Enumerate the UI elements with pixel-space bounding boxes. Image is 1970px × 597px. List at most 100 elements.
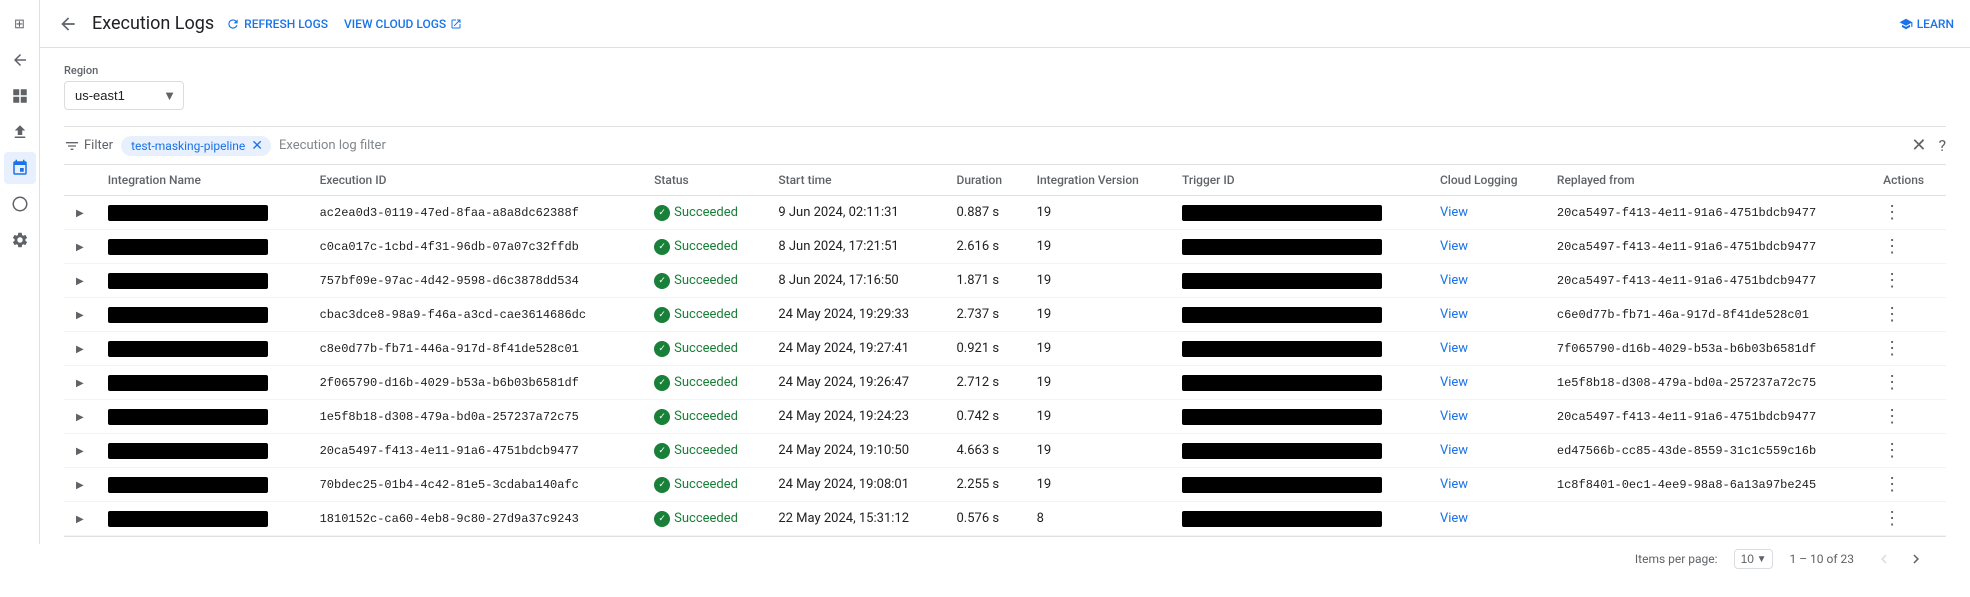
sidebar-apps-icon[interactable]: ⊞ (4, 8, 36, 40)
row-actions-button[interactable]: ⋮ (1883, 304, 1901, 325)
row-integration-name (96, 196, 308, 230)
per-page-select[interactable]: 5 10 25 50 (1741, 552, 1755, 566)
row-view-link[interactable]: View (1440, 375, 1468, 390)
row-view-link[interactable]: View (1440, 273, 1468, 288)
row-integration-version: 19 (1025, 196, 1170, 230)
row-view-link[interactable]: View (1440, 511, 1468, 526)
row-actions: ⋮ (1871, 400, 1946, 434)
row-trigger-id (1170, 298, 1428, 332)
row-actions-button[interactable]: ⋮ (1883, 236, 1901, 257)
row-status: ✓Succeeded (642, 434, 766, 468)
row-integration-version: 19 (1025, 366, 1170, 400)
row-trigger-id (1170, 434, 1428, 468)
row-actions: ⋮ (1871, 230, 1946, 264)
col-trigger-id: Trigger ID (1170, 165, 1428, 196)
sidebar-back-icon[interactable] (4, 44, 36, 76)
row-view-link[interactable]: View (1440, 307, 1468, 322)
row-view-link[interactable]: View (1440, 341, 1468, 356)
row-start-time: 22 May 2024, 15:31:12 (766, 502, 944, 536)
row-expand-button[interactable]: ▶ (76, 208, 84, 219)
filter-input-placeholder[interactable]: Execution log filter (279, 138, 386, 153)
row-execution-id: 20ca5497-f413-4e11-91a6-4751bdcb9477 (308, 434, 643, 468)
row-actions-button[interactable]: ⋮ (1883, 406, 1901, 427)
top-bar-left: Execution Logs REFRESH LOGS VIEW CLOUD L… (56, 12, 462, 36)
row-view-link[interactable]: View (1440, 239, 1468, 254)
row-view-link[interactable]: View (1440, 205, 1468, 220)
filter-chip-close-button[interactable]: ✕ (251, 138, 263, 154)
row-expand-button[interactable]: ▶ (76, 514, 84, 525)
filter-button[interactable]: Filter (64, 138, 113, 154)
row-trigger-id (1170, 366, 1428, 400)
row-view-link[interactable]: View (1440, 409, 1468, 424)
row-status: ✓Succeeded (642, 332, 766, 366)
refresh-logs-button[interactable]: REFRESH LOGS (226, 17, 328, 31)
row-replayed-from: 7f065790-d16b-4029-b53a-b6b03b6581df (1545, 332, 1871, 366)
col-replayed-from: Replayed from (1545, 165, 1871, 196)
row-expand-button[interactable]: ▶ (76, 446, 84, 457)
row-actions-button[interactable]: ⋮ (1883, 372, 1901, 393)
row-view-link[interactable]: View (1440, 477, 1468, 492)
sidebar-integration-icon[interactable] (4, 152, 36, 184)
per-page-wrapper: 5 10 25 50 ▼ (1734, 549, 1774, 569)
main-content: Execution Logs REFRESH LOGS VIEW CLOUD L… (40, 0, 1970, 597)
row-actions: ⋮ (1871, 196, 1946, 230)
row-expand-button[interactable]: ▶ (76, 242, 84, 253)
row-trigger-id (1170, 264, 1428, 298)
row-status: ✓Succeeded (642, 298, 766, 332)
filter-bar: Filter test-masking-pipeline ✕ Execution… (64, 126, 1946, 165)
row-cloud-logging: View (1428, 196, 1545, 230)
row-expand-button[interactable]: ▶ (76, 310, 84, 321)
col-expand (64, 165, 96, 196)
page-nav (1870, 545, 1930, 573)
sidebar-circle-icon[interactable] (4, 188, 36, 220)
row-actions: ⋮ (1871, 298, 1946, 332)
learn-button[interactable]: LEARN (1899, 17, 1954, 31)
col-status: Status (642, 165, 766, 196)
row-start-time: 8 Jun 2024, 17:16:50 (766, 264, 944, 298)
row-expand-button[interactable]: ▶ (76, 412, 84, 423)
row-replayed-from: ed47566b-cc85-43de-8559-31c1c559c16b (1545, 434, 1871, 468)
row-duration: 1.871 s (944, 264, 1024, 298)
filter-help-button[interactable]: ? (1938, 136, 1946, 155)
row-actions-button[interactable]: ⋮ (1883, 338, 1901, 359)
region-section: Region us-east1 us-west1 us-central1 eur… (64, 64, 1946, 110)
row-integration-version: 19 (1025, 264, 1170, 298)
back-button[interactable] (56, 12, 80, 36)
status-success-icon: ✓ (654, 511, 670, 527)
filter-close-button[interactable]: ✕ (1911, 135, 1926, 156)
row-trigger-id (1170, 502, 1428, 536)
row-view-link[interactable]: View (1440, 443, 1468, 458)
row-actions-button[interactable]: ⋮ (1883, 508, 1901, 529)
sidebar-settings-icon[interactable] (4, 224, 36, 256)
row-actions: ⋮ (1871, 502, 1946, 536)
row-integration-name (96, 468, 308, 502)
status-success-icon: ✓ (654, 409, 670, 425)
row-cloud-logging: View (1428, 298, 1545, 332)
page-prev-button[interactable] (1870, 545, 1898, 573)
row-replayed-from: c6e0d77b-fb71-46a-917d-8f41de528c01 (1545, 298, 1871, 332)
col-actions: Actions (1871, 165, 1946, 196)
page-range: 1 – 10 of 23 (1789, 552, 1854, 566)
status-success-icon: ✓ (654, 307, 670, 323)
top-bar-actions: REFRESH LOGS VIEW CLOUD LOGS (226, 17, 462, 31)
row-expand-button[interactable]: ▶ (76, 344, 84, 355)
row-integration-version: 8 (1025, 502, 1170, 536)
view-cloud-logs-button[interactable]: VIEW CLOUD LOGS (344, 17, 462, 31)
row-execution-id: cbac3dce8-98a9-f46a-a3cd-cae3614686dc (308, 298, 643, 332)
region-select[interactable]: us-east1 us-west1 us-central1 europe-wes… (64, 81, 184, 110)
sidebar-grid-icon[interactable] (4, 80, 36, 112)
sidebar-upload-icon[interactable] (4, 116, 36, 148)
row-expand-button[interactable]: ▶ (76, 378, 84, 389)
row-cloud-logging: View (1428, 366, 1545, 400)
row-trigger-id (1170, 230, 1428, 264)
row-expand-button[interactable]: ▶ (76, 480, 84, 491)
row-actions-button[interactable]: ⋮ (1883, 440, 1901, 461)
row-expand-button[interactable]: ▶ (76, 276, 84, 287)
table-body: ▶ ac2ea0d3-0119-47ed-8faa-a8a8dc62388f✓S… (64, 196, 1946, 536)
row-actions-button[interactable]: ⋮ (1883, 202, 1901, 223)
filter-chip[interactable]: test-masking-pipeline ✕ (121, 136, 271, 156)
row-actions-button[interactable]: ⋮ (1883, 270, 1901, 291)
page-next-button[interactable] (1902, 545, 1930, 573)
row-actions-button[interactable]: ⋮ (1883, 474, 1901, 495)
row-integration-version: 19 (1025, 434, 1170, 468)
